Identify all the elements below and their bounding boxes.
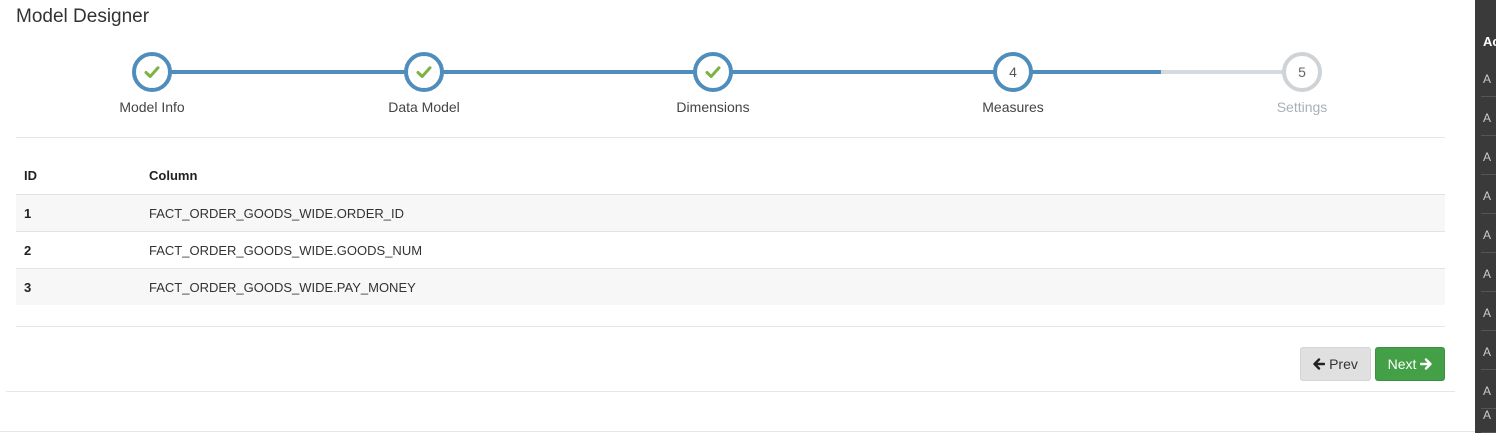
next-button[interactable]: Next <box>1375 347 1445 381</box>
side-panel-row[interactable]: A <box>1481 138 1496 175</box>
side-panel-row-text: A <box>1483 189 1492 203</box>
side-panel-row-text: A <box>1483 345 1492 359</box>
check-icon <box>705 66 721 78</box>
measures-table: ID Column 1 FACT_ORDER_GOODS_WIDE.ORDER_… <box>16 157 1445 305</box>
divider <box>6 391 1455 392</box>
row-column: FACT_ORDER_GOODS_WIDE.PAY_MONEY <box>141 268 1445 305</box>
arrow-right-icon <box>1420 358 1433 370</box>
side-panel-row[interactable]: A <box>1481 60 1496 97</box>
column-header-id: ID <box>16 157 141 195</box>
side-panel-row[interactable]: A <box>1481 177 1496 214</box>
wizard-stepper: Model Info Data Model Dimensions 4 Measu… <box>0 0 1475 140</box>
side-panel-row-text: A <box>1483 72 1492 86</box>
side-panel-row-text: A <box>1483 150 1492 164</box>
side-panel-row[interactable]: A <box>1481 99 1496 136</box>
row-column: FACT_ORDER_GOODS_WIDE.GOODS_NUM <box>141 231 1445 269</box>
side-panel-row[interactable]: A <box>1481 333 1496 370</box>
table-row[interactable]: 2 FACT_ORDER_GOODS_WIDE.GOODS_NUM <box>16 231 1445 269</box>
side-panel-row-text: A <box>1483 111 1492 125</box>
step-settings-circle[interactable]: 5 <box>1282 52 1322 92</box>
prev-button-label: Prev <box>1329 356 1358 372</box>
divider <box>0 431 1475 432</box>
step-settings-number: 5 <box>1298 64 1306 80</box>
main-panel: Model Designer Model Info Data Model Dim… <box>0 0 1475 433</box>
row-column: FACT_ORDER_GOODS_WIDE.ORDER_ID <box>141 194 1445 232</box>
side-panel-row-text: A <box>1483 306 1492 320</box>
step-measures-circle[interactable]: 4 <box>993 52 1033 92</box>
side-panel-row[interactable]: A <box>1481 216 1496 253</box>
side-panel: Ac A A A A A A A A A A <box>1475 0 1496 433</box>
side-panel-row-text: A <box>1483 228 1492 242</box>
side-panel-row[interactable]: A <box>1481 294 1496 331</box>
step-model-info-label[interactable]: Model Info <box>119 99 184 115</box>
side-panel-row-text: A <box>1483 408 1492 422</box>
column-header-column: Column <box>141 157 1445 195</box>
side-panel-row-text: A <box>1483 267 1492 281</box>
row-id: 2 <box>16 231 141 269</box>
check-icon <box>416 66 432 78</box>
step-data-model-circle[interactable] <box>404 52 444 92</box>
check-icon <box>144 66 160 78</box>
side-panel-header: Ac <box>1483 34 1496 49</box>
step-data-model-label[interactable]: Data Model <box>388 99 460 115</box>
table-row[interactable]: 3 FACT_ORDER_GOODS_WIDE.PAY_MONEY <box>16 268 1445 305</box>
prev-button[interactable]: Prev <box>1300 347 1371 381</box>
table-header-row: ID Column <box>16 157 1445 195</box>
divider <box>16 326 1445 327</box>
step-model-info-circle[interactable] <box>132 52 172 92</box>
step-dimensions-circle[interactable] <box>693 52 733 92</box>
next-button-label: Next <box>1387 356 1417 372</box>
side-panel-row[interactable]: A <box>1481 396 1496 433</box>
step-measures-number: 4 <box>1009 64 1017 80</box>
arrow-left-icon <box>1313 358 1326 370</box>
row-id: 3 <box>16 268 141 305</box>
step-settings-label[interactable]: Settings <box>1277 99 1328 115</box>
table-row[interactable]: 1 FACT_ORDER_GOODS_WIDE.ORDER_ID <box>16 194 1445 232</box>
row-id: 1 <box>16 194 141 232</box>
divider <box>16 137 1445 138</box>
step-measures-label[interactable]: Measures <box>982 99 1043 115</box>
side-panel-row[interactable]: A <box>1481 255 1496 292</box>
wizard-progress-remaining <box>1161 70 1302 74</box>
step-dimensions-label[interactable]: Dimensions <box>676 99 749 115</box>
